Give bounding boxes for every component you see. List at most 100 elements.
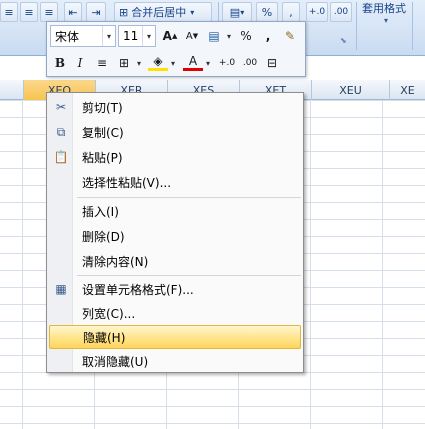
decrease-indent-button[interactable]: ⇤ <box>64 2 82 22</box>
comma-button[interactable]: , <box>282 2 300 22</box>
align-center-button[interactable]: ≡ <box>92 53 112 73</box>
bold-button[interactable]: B <box>50 53 70 73</box>
menu-item-label: 粘贴(P) <box>82 150 123 165</box>
chevron-down-icon: ▾ <box>190 7 195 17</box>
chevron-down-icon[interactable]: ▾ <box>224 26 234 46</box>
comma-icon: , <box>265 29 271 43</box>
align-left-button[interactable]: ≡ <box>0 2 18 22</box>
align-center-icon: ≡ <box>24 5 34 19</box>
context-menu: ✂ 剪切(T) ⧉ 复制(C) 📋 粘贴(P) 选择性粘贴(V)... 插入(I… <box>46 92 304 373</box>
format-painter-button[interactable]: ✎ <box>280 26 300 46</box>
comma-icon: , <box>289 5 293 19</box>
bold-icon: B <box>54 56 66 70</box>
menu-item-insert[interactable]: 插入(I) <box>49 199 301 223</box>
number-format-button[interactable]: ▤ <box>204 26 224 46</box>
menu-separator <box>77 197 301 198</box>
chevron-down-icon[interactable]: ▾ <box>142 26 155 46</box>
menu-item-label: 设置单元格格式(F)... <box>82 282 194 297</box>
menu-item-label: 列宽(C)... <box>82 306 136 321</box>
decrease-decimal-button[interactable]: .00 <box>240 53 260 73</box>
increase-indent-button[interactable]: ⇥ <box>86 2 106 22</box>
increase-decimal-button[interactable]: +.0 <box>306 2 328 22</box>
menu-item-label: 取消隐藏(U) <box>82 354 149 369</box>
mini-toolbar: 宋体 ▾ 11 ▾ A ▲ A ▼ ▤ ▾ % , ✎ B I ≡ ⊞ ▾ ◈ ▾ … <box>46 21 306 77</box>
increase-decimal-button[interactable]: +.0 <box>217 53 237 73</box>
format-cells-icon: ▦ <box>55 282 67 296</box>
grow-font-icon: A <box>162 29 172 43</box>
align-center-button[interactable]: ≡ <box>20 2 38 22</box>
paste-icon: 📋 <box>53 150 69 164</box>
menu-item-label: 选择性粘贴(V)... <box>82 175 172 190</box>
align-left-icon: ≡ <box>4 5 14 19</box>
select-all-corner[interactable] <box>0 80 24 100</box>
copy-icon: ⧉ <box>56 124 66 139</box>
number-format-button[interactable]: ▤ ▾ <box>222 2 252 22</box>
decrease-indent-icon: ⇤ <box>68 5 78 19</box>
decrease-decimal-icon: .00 <box>333 7 349 17</box>
menu-item-format-cells[interactable]: ▦ 设置单元格格式(F)... <box>49 277 301 301</box>
menu-item-label: 清除内容(N) <box>82 254 149 269</box>
align-right-icon: ≡ <box>44 5 54 19</box>
menu-item-label: 插入(I) <box>82 204 119 219</box>
menu-item-paste-special[interactable]: 选择性粘贴(V)... <box>49 170 301 194</box>
menu-item-hide[interactable]: 隐藏(H) <box>49 325 301 349</box>
shrink-font-icon: A <box>185 30 193 42</box>
font-size-value: 11 <box>123 29 139 43</box>
chevron-down-icon[interactable]: ▾ <box>134 53 144 73</box>
percent-icon: % <box>240 29 252 43</box>
italic-icon: I <box>77 56 83 70</box>
ribbon-separator <box>412 2 413 50</box>
menu-item-copy[interactable]: ⧉ 复制(C) <box>49 120 301 144</box>
font-color-button[interactable]: A <box>183 53 203 71</box>
chevron-down-icon[interactable]: ▾ <box>384 16 388 25</box>
increase-decimal-icon: +.0 <box>218 58 236 68</box>
format-painter-icon: ✎ <box>284 29 296 43</box>
ribbon-separator <box>356 2 357 50</box>
dialog-launcher-icon[interactable]: ⬊ <box>340 36 350 46</box>
borders-button[interactable]: ⊞ <box>114 53 134 73</box>
menu-item-column-width[interactable]: 列宽(C)... <box>49 301 301 325</box>
merge-center-label: 合并后居中 <box>131 6 187 19</box>
increase-indent-icon: ⇥ <box>91 5 101 19</box>
increase-decimal-icon: +.0 <box>308 7 326 17</box>
comma-button[interactable]: , <box>258 26 278 46</box>
fill-color-button[interactable]: ◈ <box>148 53 168 71</box>
chevron-down-icon[interactable]: ▾ <box>203 53 213 73</box>
chevron-down-icon[interactable]: ▾ <box>102 26 115 46</box>
currency-icon: ▤ <box>229 5 241 19</box>
borders-icon: ⊞ <box>118 56 130 70</box>
decrease-decimal-button[interactable]: .00 <box>330 2 352 22</box>
percent-button[interactable]: % <box>236 26 256 46</box>
italic-button[interactable]: I <box>70 53 90 73</box>
menu-item-cut[interactable]: ✂ 剪切(T) <box>49 95 301 119</box>
menu-item-unhide[interactable]: 取消隐藏(U) <box>49 349 301 373</box>
merge-center-icon: ⊞ <box>119 5 129 19</box>
align-right-button[interactable]: ≡ <box>40 2 58 22</box>
table-format-label[interactable]: 套用格式 <box>362 0 406 16</box>
font-name-combo[interactable]: 宋体 ▾ <box>50 25 116 47</box>
cut-icon: ✂ <box>55 100 67 114</box>
menu-item-label: 隐藏(H) <box>83 330 126 345</box>
menu-item-paste[interactable]: 📋 粘贴(P) <box>49 145 301 169</box>
shrink-font-button[interactable]: A ▼ <box>182 26 202 46</box>
merge-center-button[interactable]: ⊞ 合并后居中 ▾ <box>114 2 212 22</box>
menu-item-label: 复制(C) <box>82 125 124 140</box>
grow-font-button[interactable]: A ▲ <box>160 26 180 46</box>
menu-separator <box>77 275 301 276</box>
menu-item-clear-contents[interactable]: 清除内容(N) <box>49 249 301 273</box>
font-name-value: 宋体 <box>55 29 80 44</box>
menu-item-label: 删除(D) <box>82 229 125 244</box>
decrease-decimal-icon: .00 <box>242 58 258 68</box>
chevron-down-icon[interactable]: ▾ <box>168 53 178 73</box>
merge-center-button[interactable]: ⊟ <box>262 53 282 73</box>
menu-item-label: 剪切(T) <box>82 100 123 115</box>
column-header-xe[interactable]: XE <box>390 80 425 100</box>
merge-center-icon: ⊟ <box>266 56 278 70</box>
menu-item-delete[interactable]: 删除(D) <box>49 224 301 248</box>
font-size-combo[interactable]: 11 ▾ <box>118 25 156 47</box>
percent-icon: % <box>261 5 273 19</box>
percent-button[interactable]: % <box>256 2 278 22</box>
currency-icon: ▤ <box>208 29 220 43</box>
align-center-icon: ≡ <box>96 56 108 70</box>
column-header-xeu[interactable]: XEU <box>312 80 390 100</box>
